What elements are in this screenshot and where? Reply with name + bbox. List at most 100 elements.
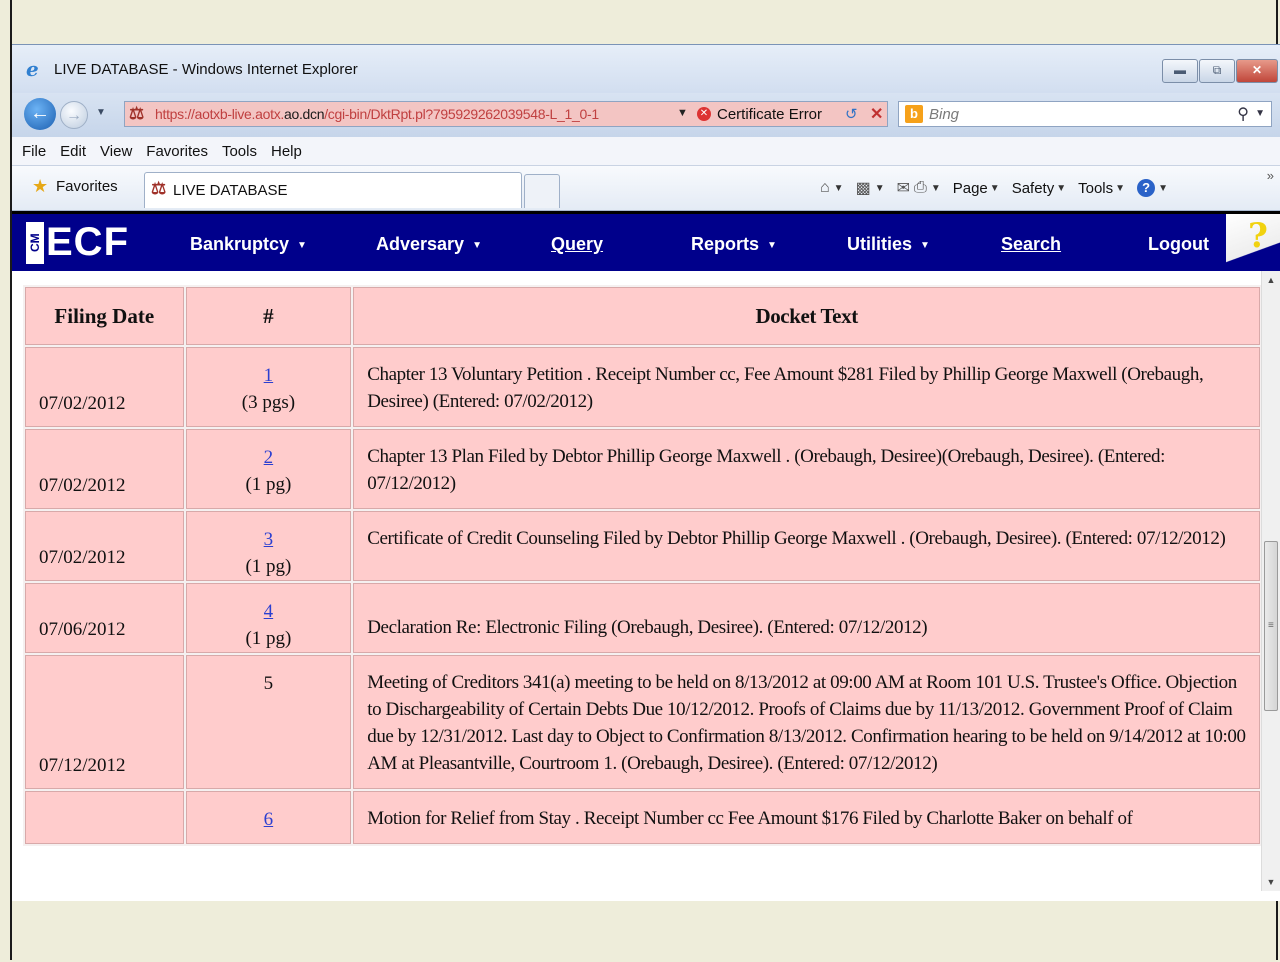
safety-dropdown-icon[interactable]: ▼ bbox=[1056, 183, 1066, 194]
favorites-bar: ★ Favorites ⚖ LIVE DATABASE ⌂ ▼ ▩ ▼ ✉ ⎙ … bbox=[12, 166, 1280, 211]
menu-edit[interactable]: Edit bbox=[60, 143, 86, 160]
question-mark-icon: ? bbox=[1248, 216, 1268, 256]
favorites-button[interactable]: Favorites bbox=[56, 178, 118, 195]
ecf-logo-text: ECF bbox=[46, 220, 129, 264]
tab-favicon-icon: ⚖ bbox=[151, 179, 167, 198]
filing-date: 07/02/2012 bbox=[23, 345, 186, 429]
window-title: LIVE DATABASE - Windows Internet Explore… bbox=[54, 61, 358, 78]
docket-text: Declaration Re: Electronic Filing (Oreba… bbox=[351, 581, 1262, 655]
doc-number-cell: 2 (1 pg) bbox=[183, 427, 354, 511]
doc-link[interactable]: 3 bbox=[264, 529, 274, 550]
doc-link[interactable]: 4 bbox=[264, 601, 274, 622]
menu-utilities[interactable]: Utilities ▼ bbox=[847, 234, 930, 255]
tab-title: LIVE DATABASE bbox=[173, 182, 288, 199]
help-dropdown-icon[interactable]: ▼ bbox=[1158, 183, 1168, 194]
vertical-scrollbar[interactable]: ▲ ≡ ▼ bbox=[1261, 271, 1280, 891]
search-box[interactable]: b Bing ⚲ ▼ bbox=[898, 101, 1272, 127]
doc-pages: (3 pgs) bbox=[241, 392, 296, 413]
search-options-dropdown-icon[interactable]: ▼ bbox=[1255, 108, 1265, 119]
certificate-error-icon: ✕ bbox=[697, 107, 711, 121]
menu-search[interactable]: Search bbox=[1001, 234, 1061, 255]
doc-number-cell: 5 bbox=[183, 653, 354, 791]
tab-live-database[interactable]: ⚖ LIVE DATABASE bbox=[144, 172, 522, 208]
docket-text: Certificate of Credit Counseling Filed b… bbox=[351, 509, 1262, 583]
doc-link[interactable]: 6 bbox=[264, 809, 274, 830]
mail-icon[interactable]: ✉ bbox=[897, 178, 910, 198]
header-docket-text: Docket Text bbox=[351, 285, 1262, 347]
doc-number: 5 bbox=[263, 673, 274, 694]
feeds-dropdown-icon[interactable]: ▼ bbox=[875, 183, 885, 194]
filing-date: 07/02/2012 bbox=[23, 509, 186, 583]
header-number: # bbox=[183, 285, 354, 347]
history-dropdown-icon[interactable]: ▼ bbox=[96, 107, 106, 118]
table-row: 07/02/2012 2 (1 pg) Chapter 13 Plan Filed… bbox=[23, 427, 1262, 511]
scrollbar-thumb[interactable]: ≡ bbox=[1264, 541, 1278, 711]
page-menu[interactable]: Page bbox=[953, 180, 988, 197]
chevron-down-icon: ▼ bbox=[920, 239, 930, 251]
tools-dropdown-icon[interactable]: ▼ bbox=[1115, 183, 1125, 194]
cmecf-logo: CM ECF bbox=[26, 220, 129, 265]
table-row: 07/02/2012 3 (1 pg) Certificate of Credit… bbox=[23, 509, 1262, 583]
address-dropdown-icon[interactable]: ▼ bbox=[677, 107, 688, 119]
refresh-icon[interactable]: ↺ bbox=[845, 105, 858, 123]
new-tab-button[interactable] bbox=[524, 174, 560, 208]
print-dropdown-icon[interactable]: ▼ bbox=[931, 183, 941, 194]
menu-favorites[interactable]: Favorites bbox=[146, 143, 208, 160]
docket-text: Motion for Relief from Stay . Receipt Nu… bbox=[351, 789, 1262, 846]
window-controls: ▬ ⧉ ✕ bbox=[1161, 59, 1278, 83]
back-arrow-icon[interactable]: ← bbox=[24, 98, 56, 130]
chevron-down-icon: ▼ bbox=[472, 239, 482, 251]
doc-link[interactable]: 1 bbox=[264, 365, 274, 386]
page-dropdown-icon[interactable]: ▼ bbox=[990, 183, 1000, 194]
forward-arrow-icon[interactable]: → bbox=[60, 101, 88, 129]
print-icon[interactable]: ⎙ bbox=[914, 179, 927, 197]
home-dropdown-icon[interactable]: ▼ bbox=[834, 183, 844, 194]
docket-text: Chapter 13 Plan Filed by Debtor Phillip … bbox=[351, 427, 1262, 511]
cm-logo-mark: CM bbox=[26, 221, 44, 264]
home-icon[interactable]: ⌂ bbox=[820, 179, 830, 197]
command-bar: ⌂ ▼ ▩ ▼ ✉ ⎙ ▼ Page ▼ Safety ▼ Tools ▼ ? … bbox=[820, 176, 1180, 200]
chevron-down-icon: ▼ bbox=[297, 239, 307, 251]
safety-menu[interactable]: Safety bbox=[1012, 180, 1055, 197]
search-placeholder[interactable]: Bing bbox=[929, 106, 959, 123]
filing-date: 07/12/2012 bbox=[23, 653, 186, 791]
menu-bar: File Edit View Favorites Tools Help bbox=[12, 137, 1280, 166]
menu-reports[interactable]: Reports ▼ bbox=[691, 234, 777, 255]
docket-content: Filing Date # Docket Text 07/02/2012 1 (3… bbox=[12, 271, 1262, 891]
menu-tools[interactable]: Tools bbox=[222, 143, 257, 160]
table-header-row: Filing Date # Docket Text bbox=[23, 285, 1262, 347]
help-icon[interactable]: ? bbox=[1137, 179, 1156, 197]
bing-logo-icon: b bbox=[905, 105, 923, 123]
chevron-more-icon[interactable]: » bbox=[1267, 168, 1274, 183]
feeds-icon[interactable]: ▩ bbox=[856, 178, 871, 198]
doc-number-cell: 3 (1 pg) bbox=[183, 509, 354, 583]
search-icon[interactable]: ⚲ bbox=[1237, 104, 1249, 124]
menu-adversary[interactable]: Adversary ▼ bbox=[376, 234, 482, 255]
minimize-button[interactable]: ▬ bbox=[1162, 59, 1198, 83]
docket-text: Meeting of Creditors 341(a) meeting to b… bbox=[351, 653, 1262, 791]
scroll-down-icon[interactable]: ▼ bbox=[1262, 877, 1280, 887]
tools-menu[interactable]: Tools bbox=[1078, 180, 1113, 197]
menu-help[interactable]: Help bbox=[271, 143, 302, 160]
title-bar: e LIVE DATABASE - Windows Internet Explo… bbox=[12, 45, 1280, 93]
close-button[interactable]: ✕ bbox=[1236, 59, 1278, 83]
doc-pages: (1 pg) bbox=[245, 474, 292, 495]
menu-file[interactable]: File bbox=[22, 143, 46, 160]
menu-query[interactable]: Query bbox=[551, 234, 603, 255]
doc-link[interactable]: 2 bbox=[264, 447, 274, 468]
doc-pages: (1 pg) bbox=[245, 556, 292, 577]
stop-icon[interactable]: ✕ bbox=[870, 104, 883, 124]
favorites-star-icon[interactable]: ★ bbox=[32, 176, 48, 197]
header-filing-date: Filing Date bbox=[23, 285, 186, 347]
scroll-up-icon[interactable]: ▲ bbox=[1262, 275, 1280, 285]
certificate-error-label: Certificate Error bbox=[717, 105, 823, 123]
certificate-error-button[interactable]: ✕ Certificate Error bbox=[697, 102, 822, 126]
table-row: 07/12/2012 5 Meeting of Creditors 341(a)… bbox=[23, 653, 1262, 791]
address-bar[interactable]: ⚖ https://aotxb-live.aotx.ao.dcn/cgi-bin… bbox=[124, 101, 888, 127]
restore-button[interactable]: ⧉ bbox=[1199, 59, 1235, 83]
ecf-help-button[interactable]: ? bbox=[1226, 214, 1280, 274]
menu-bankruptcy[interactable]: Bankruptcy ▼ bbox=[190, 234, 307, 255]
menu-view[interactable]: View bbox=[100, 143, 132, 160]
address-url[interactable]: https://aotxb-live.aotx.ao.dcn/cgi-bin/D… bbox=[155, 106, 599, 122]
menu-logout[interactable]: Logout bbox=[1148, 234, 1209, 255]
